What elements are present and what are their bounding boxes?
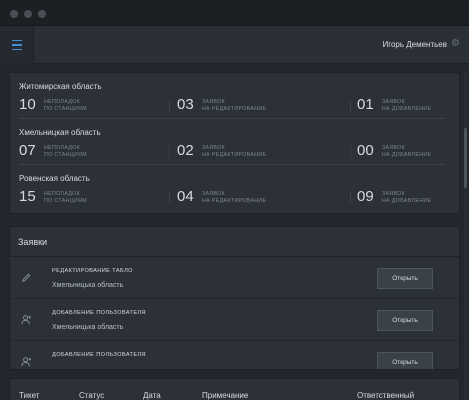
stat-label: Заявок на редактирование xyxy=(202,99,267,112)
stat-value: 09 xyxy=(357,188,374,205)
request-row: Добавление пользователя Хмельницька обла… xyxy=(10,299,459,341)
pencil-icon xyxy=(22,273,31,282)
open-request-button[interactable]: Открыть xyxy=(377,352,433,369)
window-maximize-dot[interactable] xyxy=(38,10,46,18)
request-row: Добавление пользователя Открыть xyxy=(10,341,459,369)
stat-value: 00 xyxy=(357,142,374,159)
stat-value: 02 xyxy=(177,142,194,159)
stat-label: Неполадок по станциям xyxy=(44,145,88,158)
divider xyxy=(350,192,351,204)
request-row: Редактирование табло Хмельницька область… xyxy=(10,257,459,299)
stat-value: 01 xyxy=(357,96,374,113)
region-card: Житомирская область 10 Неполадок по станц… xyxy=(10,73,459,119)
open-request-button[interactable]: Открыть xyxy=(377,268,433,289)
divider xyxy=(169,192,170,204)
region-title: Житомирская область xyxy=(19,82,102,91)
stat-value: 10 xyxy=(19,96,36,113)
stat-value: 07 xyxy=(19,142,36,159)
open-request-button[interactable]: Открыть xyxy=(377,310,433,331)
stat-label: Заявок на редактирование xyxy=(202,191,267,204)
stat-label: Заявок на добавление xyxy=(382,99,432,112)
stat-label: Заявок на добавление xyxy=(382,191,432,204)
request-region: Хмельницька область xyxy=(52,282,124,289)
region-card: Ровенская область 15 Неполадок по станция… xyxy=(10,165,459,211)
user-add-icon xyxy=(21,357,32,367)
stat-label: Заявок на добавление xyxy=(382,145,432,158)
region-title: Ровенская область xyxy=(19,174,90,183)
column-header-responsible[interactable]: Ответственный xyxy=(357,391,414,400)
column-header-note[interactable]: Примечание xyxy=(202,391,248,400)
region-card: Хмельницкая область 07 Неполадок по станц… xyxy=(10,119,459,165)
request-type: Добавление пользователя xyxy=(52,310,146,316)
divider xyxy=(350,100,351,112)
requests-panel: Заявки Редактирование табло Хмельницька … xyxy=(9,226,460,370)
scrollbar-thumb[interactable] xyxy=(464,128,467,188)
divider xyxy=(169,146,170,158)
regions-panel: Житомирская область 10 Неполадок по станц… xyxy=(9,72,460,214)
column-header-status[interactable]: Статус xyxy=(79,391,104,400)
request-region: Хмельницька область xyxy=(52,324,124,331)
divider xyxy=(350,146,351,158)
requests-header: Заявки xyxy=(10,227,459,257)
column-header-ticket[interactable]: Тикет xyxy=(19,391,39,400)
stat-value: 15 xyxy=(19,188,36,205)
request-type: Редактирование табло xyxy=(52,268,133,274)
user-name[interactable]: Игорь Дементьев xyxy=(382,40,447,49)
user-add-icon xyxy=(21,315,32,325)
tickets-table: Тикет Статус Дата Примечание Ответственн… xyxy=(9,378,460,400)
window-titlebar xyxy=(0,0,469,26)
gear-icon[interactable]: ⚙ xyxy=(451,39,461,49)
window-close-dot[interactable] xyxy=(10,10,18,18)
request-type: Добавление пользователя xyxy=(52,352,146,358)
scrollbar[interactable] xyxy=(464,72,467,400)
stat-label: Неполадок по станциям xyxy=(44,99,88,112)
menu-button[interactable] xyxy=(0,26,34,64)
hamburger-icon xyxy=(11,38,22,52)
column-header-date[interactable]: Дата xyxy=(143,391,161,400)
top-bar: Игорь Дементьев ⚙ xyxy=(0,26,469,64)
stat-value: 03 xyxy=(177,96,194,113)
stat-value: 04 xyxy=(177,188,194,205)
window-minimize-dot[interactable] xyxy=(24,10,32,18)
stat-label: Неполадок по станциям xyxy=(44,191,88,204)
divider xyxy=(169,100,170,112)
stat-label: Заявок на редактирование xyxy=(202,145,267,158)
requests-title: Заявки xyxy=(18,237,48,247)
region-title: Хмельницкая область xyxy=(19,128,101,137)
